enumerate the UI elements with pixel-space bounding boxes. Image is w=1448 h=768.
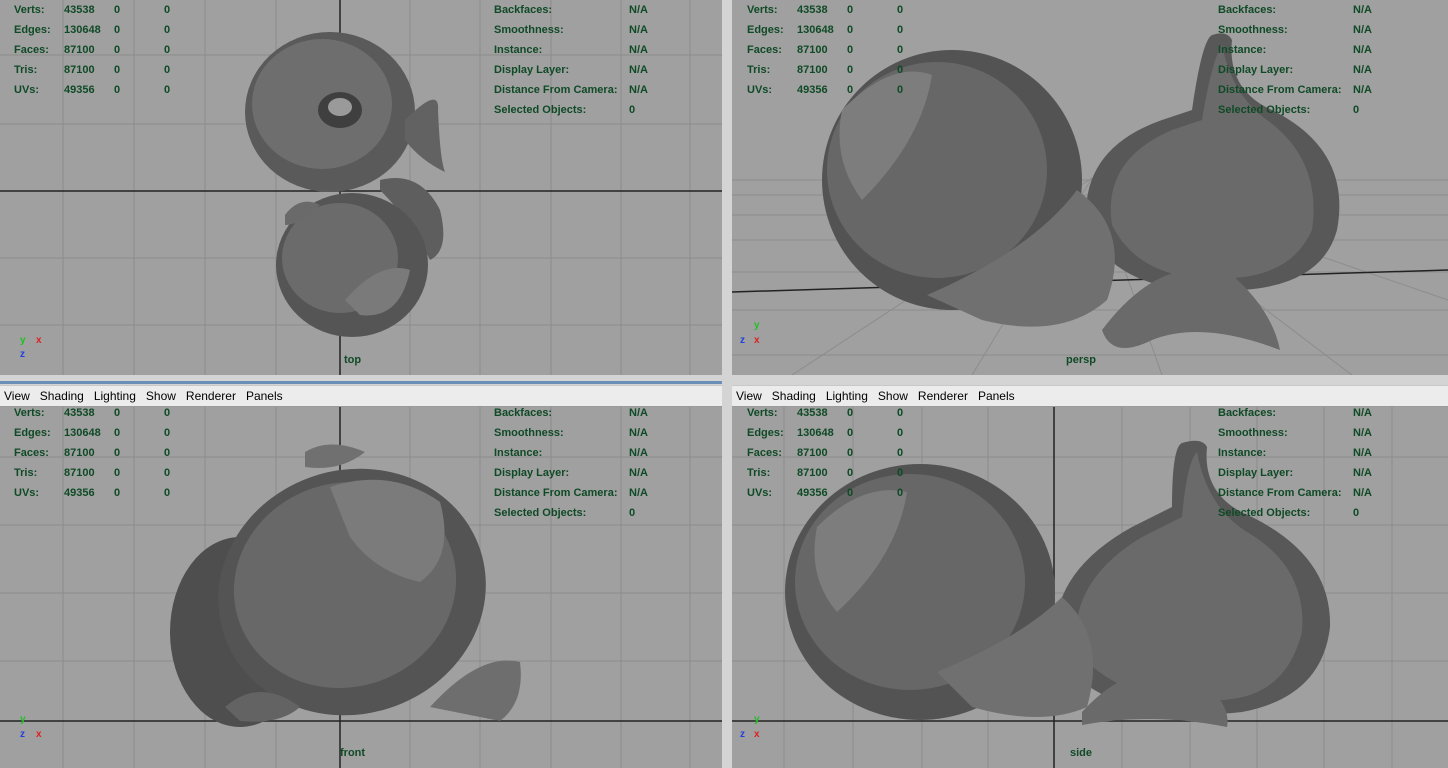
menu-renderer[interactable]: Renderer [918,389,968,403]
viewport-scene [732,407,1448,768]
viewport-scene [732,33,1448,375]
viewport-scene [0,0,722,375]
viewport-front[interactable]: Verts: 43538 0 0 Edges: 130648 0 0 Faces: 87100… [0,407,722,768]
menu-show[interactable]: Show [146,389,176,403]
active-panel-indicator [0,381,722,384]
viewport-side[interactable]: Verts: 43538 0 0 Edges: 130648 0 0 Faces: 87100… [732,407,1448,768]
menu-lighting[interactable]: Lighting [94,389,136,403]
viewport-scene [0,407,722,768]
hud-label: Verts: [14,4,45,16]
garlic-mesh [245,32,445,337]
menu-view[interactable]: View [4,389,30,403]
panel-menubar: View Shading Lighting Show Renderer Pane… [732,386,1448,407]
camera-label: side [1070,747,1093,759]
menu-panels[interactable]: Panels [246,389,283,403]
camera-label: persp [1066,354,1096,366]
panel-menubar: View Shading Lighting Show Renderer Pane… [0,386,722,407]
camera-label: front [340,747,366,759]
menu-shading[interactable]: Shading [772,389,816,403]
garlic-mesh [170,444,521,727]
viewport-top[interactable]: Verts: 43538 0 0 Edges: 130648 0 0 Faces: 87100… [0,0,722,375]
menu-show[interactable]: Show [878,389,908,403]
garlic-mesh [785,440,1331,727]
garlic-mesh [822,33,1340,350]
viewport-persp[interactable]: Verts: 43538 0 0 Edges: 130648 0 0 Faces: 87100… [732,0,1448,375]
menu-lighting[interactable]: Lighting [826,389,868,403]
camera-label: top [344,354,362,366]
menu-renderer[interactable]: Renderer [186,389,236,403]
menu-shading[interactable]: Shading [40,389,84,403]
menu-view[interactable]: View [736,389,762,403]
menu-panels[interactable]: Panels [978,389,1015,403]
panel-divider-vertical[interactable] [722,0,732,768]
